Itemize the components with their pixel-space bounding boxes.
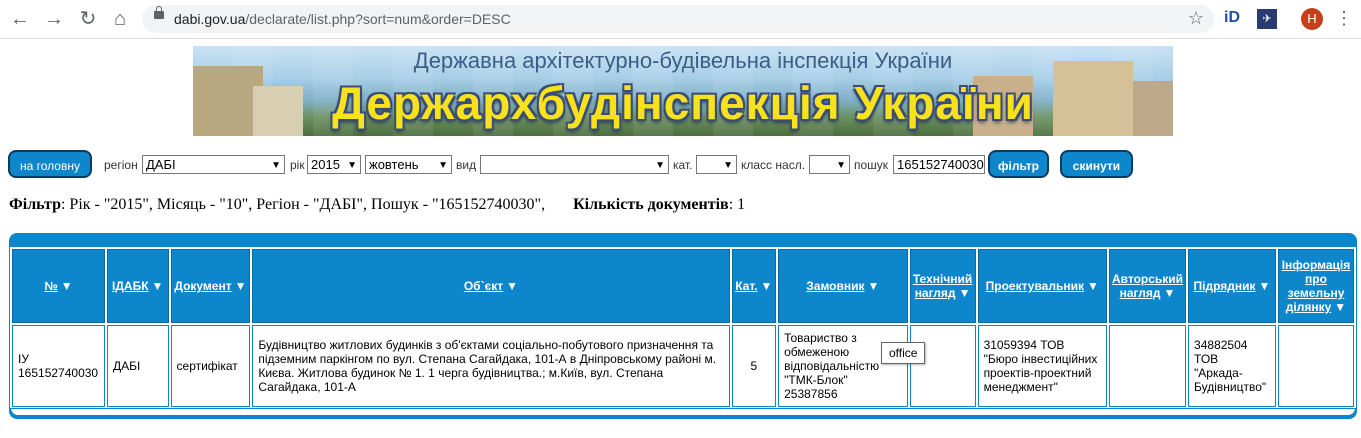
region-select[interactable]: ДАБІ — [142, 155, 285, 174]
header-num[interactable]: № ▼ — [12, 249, 105, 323]
bookmark-star-icon[interactable]: ☆ — [1188, 8, 1204, 29]
reset-button[interactable]: скинути — [1060, 150, 1133, 178]
filter-summary: Фільтр: Рік - "2015", Місяць - "10", Рег… — [9, 196, 745, 214]
cell-tech-supervision — [909, 325, 976, 407]
home-icon[interactable]: ⌂ — [108, 7, 132, 31]
cell-author-supervision — [1108, 325, 1187, 407]
search-label: пошук — [854, 158, 889, 172]
month-select[interactable]: жовтень — [365, 155, 452, 174]
banner-title: Держархбудінспекція України — [332, 77, 1034, 129]
type-label: вид — [456, 158, 477, 172]
doc-count-value: : 1 — [728, 196, 746, 213]
header-object[interactable]: Об`єкт ▼ — [252, 249, 730, 323]
cell-customer: Товариство з обмеженою відповідальністю "ТМ… — [778, 325, 908, 407]
cell-idabk: ДАБІ — [106, 325, 169, 407]
forward-icon[interactable]: → — [42, 7, 66, 31]
header-designer[interactable]: Проектувальник ▼ — [977, 249, 1107, 323]
reload-icon[interactable]: ↻ — [76, 7, 100, 31]
header-category[interactable]: Кат. ▼ — [731, 249, 777, 323]
banner-subtitle: Державна архітектурно-будівельна інспекц… — [413, 48, 953, 73]
category-select[interactable] — [696, 155, 737, 174]
region-label: регіон — [104, 158, 138, 172]
cell-designer: 31059394 ТОВ "Бюро інвестиційних проектів-… — [977, 325, 1107, 407]
results-table-container: № ▼ ІДАБК ▼ Документ ▼ Об`єкт ▼ Кат. ▼ Замовн… — [10, 247, 1356, 409]
site-banner: Державна архітектурно-будівельна інспекц… — [193, 46, 1173, 136]
type-select[interactable] — [480, 155, 669, 174]
back-icon[interactable]: ← — [8, 7, 32, 31]
cell-category: 5 — [731, 325, 777, 407]
profile-avatar[interactable]: Н — [1301, 8, 1323, 30]
header-tech-supervision[interactable]: Технічний нагляд ▼ — [909, 249, 976, 323]
home-button[interactable]: на головну — [8, 150, 92, 178]
year-label: рік — [290, 158, 305, 172]
sort-arrow-icon[interactable]: ▼ — [506, 279, 518, 293]
cell-document: сертифікат — [170, 325, 251, 407]
filter-button[interactable]: фільтр — [988, 150, 1049, 178]
year-select[interactable]: 2015 — [307, 155, 361, 174]
header-customer[interactable]: Замовник ▼ — [778, 249, 908, 323]
search-input[interactable]: 165152740030 — [893, 155, 985, 174]
results-table: № ▼ ІДАБК ▼ Документ ▼ Об`єкт ▼ Кат. ▼ Замовн… — [10, 247, 1356, 409]
sort-arrow-icon[interactable]: ▼ — [959, 286, 971, 300]
sort-arrow-icon[interactable]: ▼ — [61, 279, 73, 293]
doc-count-label: Кількість документів — [573, 196, 729, 213]
sort-arrow-icon[interactable]: ▼ — [1259, 279, 1271, 293]
lock-icon[interactable] — [154, 6, 164, 19]
kebab-menu-icon[interactable]: ⋮ — [1335, 8, 1353, 29]
table-row: ІУ 165152740030 ДАБІ сертифікат Будівницт… — [12, 325, 1354, 407]
extension-id-icon[interactable]: iD — [1224, 9, 1240, 27]
sort-arrow-icon[interactable]: ▼ — [868, 279, 880, 293]
sort-arrow-icon[interactable]: ▼ — [1164, 286, 1176, 300]
cell-land-info — [1277, 325, 1354, 407]
filter-summary-label: Фільтр — [9, 196, 61, 213]
class-select[interactable] — [809, 155, 850, 174]
address-bar[interactable]: dabi.gov.ua/declarate/list.php?sort=num&… — [142, 5, 1214, 33]
header-author-supervision[interactable]: Авторський нагляд ▼ — [1108, 249, 1187, 323]
results-panel: № ▼ ІДАБК ▼ Документ ▼ Об`єкт ▼ Кат. ▼ Замовн… — [9, 233, 1357, 419]
extension-icon[interactable]: ✈ — [1257, 9, 1277, 29]
sort-arrow-icon[interactable]: ▼ — [152, 279, 164, 293]
table-header-row: № ▼ ІДАБК ▼ Документ ▼ Об`єкт ▼ Кат. ▼ Замовн… — [12, 249, 1354, 323]
cell-contractor: 34882504 ТОВ "Аркада- Будівництво" — [1188, 325, 1276, 407]
cell-num: ІУ 165152740030 — [12, 325, 105, 407]
sort-arrow-icon[interactable]: ▼ — [761, 279, 773, 293]
header-land-info[interactable]: Інформація про земельну ділянку ▼ — [1277, 249, 1354, 323]
browser-toolbar: ← → ↻ ⌂ dabi.gov.ua/declarate/list.php?s… — [0, 0, 1361, 39]
tooltip: office — [881, 342, 926, 364]
sort-arrow-icon[interactable]: ▼ — [1087, 279, 1099, 293]
header-idabk[interactable]: ІДАБК ▼ — [106, 249, 169, 323]
header-contractor[interactable]: Підрядник ▼ — [1188, 249, 1276, 323]
filter-bar: на головну регіон ДАБІ рік 2015 жовтень … — [0, 148, 1361, 182]
category-label: кат. — [673, 158, 693, 172]
sort-arrow-icon[interactable]: ▼ — [235, 279, 247, 293]
sort-arrow-icon[interactable]: ▼ — [1334, 300, 1346, 314]
header-document[interactable]: Документ ▼ — [170, 249, 251, 323]
url-text[interactable]: dabi.gov.ua/declarate/list.php?sort=num&… — [174, 11, 511, 27]
cell-object: Будівництво житлових будинків з об'єктам… — [252, 325, 730, 407]
class-label: класс насл. — [741, 158, 806, 172]
panel-footer — [10, 408, 1356, 416]
filter-summary-text: : Рік - "2015", Місяць - "10", Регіон - … — [60, 196, 546, 213]
